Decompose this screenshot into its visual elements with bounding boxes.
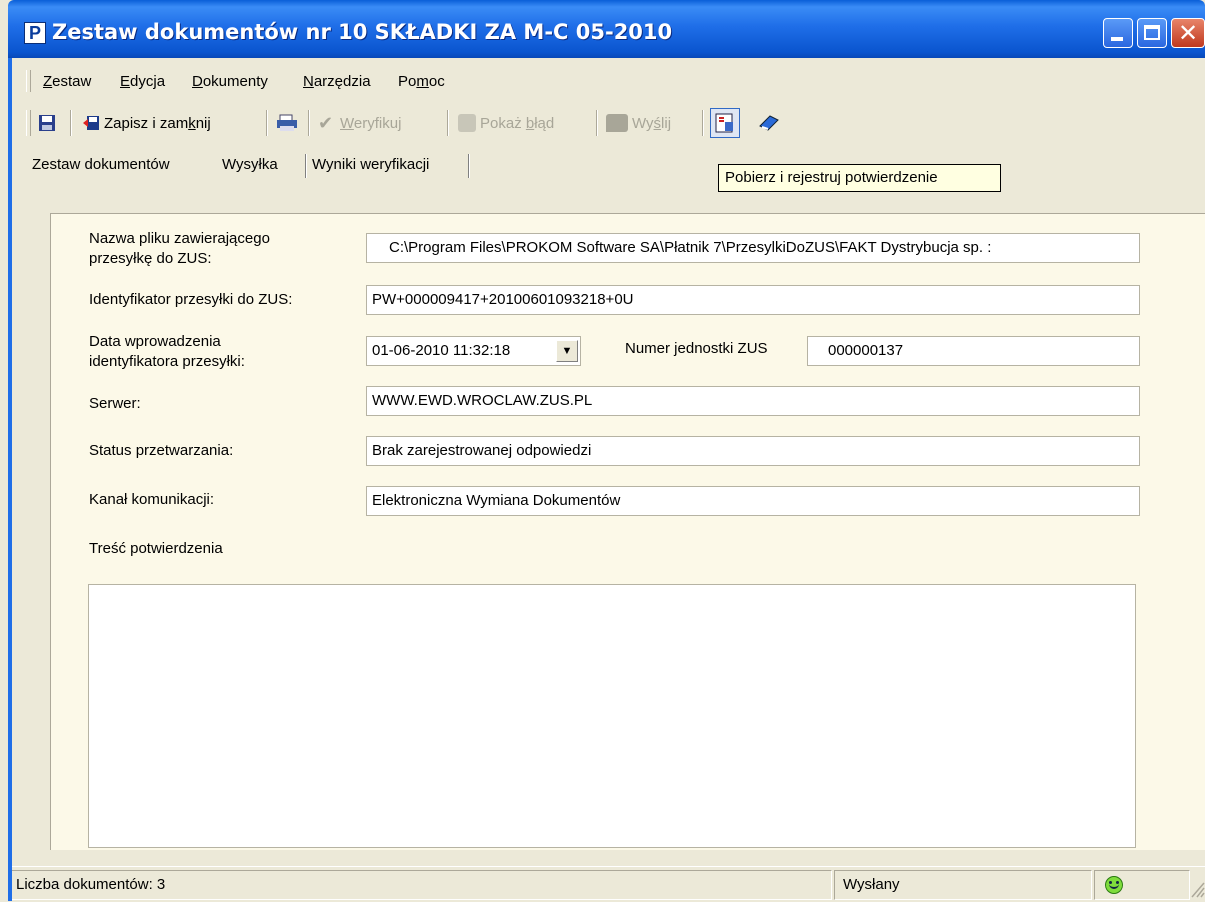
- shipment-id-label: Identyfikator przesyłki do ZUS:: [89, 291, 293, 308]
- minimize-button[interactable]: [1103, 18, 1133, 48]
- toolbar-separator: [266, 110, 268, 136]
- title-bar[interactable]: P Zestaw dokumentów nr 10 SKŁADKI ZA M-C…: [8, 0, 1205, 58]
- menu-grip: [26, 70, 31, 92]
- save-close-icon: [83, 116, 99, 130]
- send-icon: [606, 114, 628, 132]
- toolbar-separator: [596, 110, 598, 136]
- save-and-close-button[interactable]: Zapisz i zamknij: [82, 108, 211, 138]
- printer-icon: [277, 114, 297, 131]
- tab-separator: [305, 154, 307, 178]
- tab-verification-results[interactable]: Wyniki weryfikacji: [312, 156, 429, 173]
- book-icon: [759, 115, 779, 131]
- menu-narzedzia[interactable]: Narzędzia: [303, 73, 371, 90]
- close-icon: ✕: [1177, 19, 1199, 47]
- toolbar-separator: [702, 110, 704, 136]
- file-name-field[interactable]: C:\Program Files\PROKOM Software SA\Płat…: [366, 233, 1140, 263]
- zus-unit-label: Numer jednostki ZUS: [625, 340, 768, 357]
- floppy-disk-icon: [39, 115, 55, 131]
- date-label-line2: identyfikatora przesyłki:: [89, 353, 245, 370]
- dropdown-arrow-icon[interactable]: ▼: [556, 340, 578, 362]
- save-and-close-label: Zapisz i zamknij: [104, 114, 211, 132]
- server-label: Serwer:: [89, 395, 141, 412]
- file-name-label-line2: przesyłkę do ZUS:: [89, 250, 212, 267]
- smiley-icon: [1105, 876, 1123, 894]
- menu-edycja[interactable]: Edycja: [120, 73, 165, 90]
- date-picker[interactable]: 01-06-2010 11:32:18 ▼: [366, 336, 581, 366]
- status-indicator: [1094, 870, 1190, 900]
- menu-dokumenty[interactable]: Dokumenty: [192, 73, 268, 90]
- channel-field[interactable]: Elektroniczna Wymiana Dokumentów: [366, 486, 1140, 516]
- app-window: P Zestaw dokumentów nr 10 SKŁADKI ZA M-C…: [0, 0, 1205, 902]
- maximize-icon: [1144, 25, 1160, 40]
- tab-document-set[interactable]: Zestaw dokumentów: [32, 156, 170, 173]
- tab-shipment[interactable]: Wysyłka: [222, 156, 278, 173]
- status-bar: Liczba dokumentów: 3 Wysłany: [12, 866, 1205, 902]
- zus-unit-field[interactable]: 000000137: [807, 336, 1140, 366]
- checkmark-icon: ✔: [318, 113, 334, 133]
- verify-label: Weryfikuj: [340, 114, 402, 132]
- error-icon: [458, 114, 476, 132]
- show-error-label: Pokaż błąd: [480, 114, 555, 132]
- help-book-button[interactable]: [758, 108, 784, 138]
- toolbar-separator: [308, 110, 310, 136]
- shipment-id-field[interactable]: PW+000009417+20100601093218+0U: [366, 285, 1140, 315]
- window-frame-left: [8, 58, 12, 901]
- status-field[interactable]: Brak zarejestrowanej odpowiedzi: [366, 436, 1140, 466]
- print-button[interactable]: [276, 108, 302, 138]
- minimize-icon: [1111, 37, 1123, 41]
- document-count: Liczba dokumentów: 3: [12, 870, 832, 900]
- verify-button[interactable]: ✔ Weryfikuj: [318, 108, 401, 138]
- send-button[interactable]: Wyślij: [606, 108, 671, 138]
- confirmation-textarea[interactable]: [88, 584, 1136, 848]
- window-title: Zestaw dokumentów nr 10 SKŁADKI ZA M-C 0…: [52, 20, 673, 44]
- toolbar-separator: [447, 110, 449, 136]
- channel-label: Kanał komunikacji:: [89, 491, 215, 508]
- date-label-line1: Data wprowadzenia: [89, 333, 221, 350]
- tab-strip: Zestaw dokumentów Wysyłka Wyniki weryfik…: [12, 150, 1205, 182]
- toolbar: Zapisz i zamknij ✔ Weryfikuj Pokaż błąd …: [12, 102, 1205, 142]
- confirmation-document-icon: [715, 113, 733, 133]
- maximize-button[interactable]: [1137, 18, 1167, 48]
- file-name-label-line1: Nazwa pliku zawierającego: [89, 230, 270, 247]
- confirmation-label: Treść potwierdzenia: [89, 540, 223, 557]
- menu-pomoc[interactable]: Pomoc: [398, 73, 445, 90]
- shipment-state: Wysłany: [834, 870, 1092, 900]
- send-label: Wyślij: [632, 114, 672, 132]
- save-button[interactable]: [38, 108, 60, 138]
- status-label: Status przetwarzania:: [89, 442, 234, 459]
- fetch-confirmation-button[interactable]: [710, 108, 740, 138]
- app-icon[interactable]: P: [24, 22, 46, 44]
- menu-bar: Zestaw Edycja Dokumenty Narzędzia Pomoc: [12, 64, 1205, 94]
- toolbar-grip: [26, 110, 31, 136]
- toolbar-separator: [70, 110, 72, 136]
- tooltip: Pobierz i rejestruj potwierdzenie: [718, 164, 1001, 192]
- show-error-button[interactable]: Pokaż błąd: [458, 108, 554, 138]
- menu-zestaw[interactable]: Zestaw: [43, 73, 91, 90]
- date-value: 01-06-2010 11:32:18: [372, 342, 511, 359]
- tab-separator: [468, 154, 470, 178]
- resize-grip-icon[interactable]: [1188, 879, 1205, 899]
- server-field[interactable]: WWW.EWD.WROCLAW.ZUS.PL: [366, 386, 1140, 416]
- close-button[interactable]: ✕: [1171, 18, 1205, 48]
